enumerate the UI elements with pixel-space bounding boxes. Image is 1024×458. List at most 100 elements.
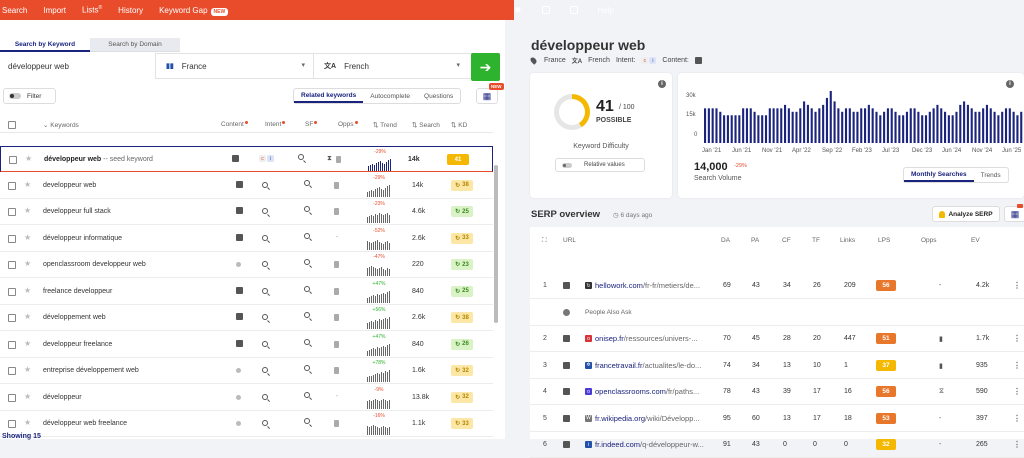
serp-url-link[interactable]: onisep.fr/ressources/univers-... bbox=[595, 334, 698, 343]
seed-keyword-row[interactable]: ★ développeur web -- seed keyword ci ⧗ -… bbox=[0, 146, 493, 172]
keyword-cell[interactable]: developpeur web bbox=[43, 182, 96, 189]
tab-search-by-keyword[interactable]: Search by Keyword bbox=[0, 38, 90, 52]
serp-result-row[interactable]: 1 ↻ hellowork.com/fr-fr/metiers/de... 69… bbox=[530, 273, 1024, 299]
analyze-serp-button[interactable]: Analyze SERP bbox=[932, 206, 1000, 222]
keyword-row[interactable]: ★ freelance developpeur +47% 840 ↻ 25 bbox=[0, 279, 493, 305]
serp-url-link[interactable]: openclassrooms.com/fr/paths... bbox=[595, 387, 699, 396]
row-checkbox[interactable] bbox=[8, 367, 16, 375]
keyword-cell[interactable]: développeur informatique bbox=[43, 235, 122, 242]
tab-autocomplete[interactable]: Autocomplete bbox=[363, 89, 417, 103]
star-icon[interactable]: ★ bbox=[24, 312, 31, 321]
book-icon[interactable] bbox=[569, 6, 578, 14]
tab-trends[interactable]: Trends bbox=[974, 168, 1008, 182]
serp-url-link[interactable]: hellowork.com/fr-fr/metiers/de... bbox=[595, 281, 700, 290]
keyword-row[interactable]: ★ developpeur web -29% 14k ↻ 38 bbox=[0, 173, 493, 199]
tab-search-by-domain[interactable]: Search by Domain bbox=[90, 38, 180, 52]
row-checkbox[interactable] bbox=[8, 234, 16, 243]
serp-url-link[interactable]: fr.wikipedia.org/wiki/Développ... bbox=[595, 414, 700, 423]
more-options-icon[interactable]: ⋮ bbox=[1013, 334, 1021, 343]
keyword-cell[interactable]: openclassroom developpeur web bbox=[43, 261, 146, 268]
more-options-icon[interactable]: ⋮ bbox=[1013, 281, 1021, 290]
country-select[interactable]: ▮▮ France ▾ bbox=[155, 53, 313, 79]
nav-import[interactable]: Import bbox=[43, 6, 66, 15]
star-icon[interactable]: ★ bbox=[24, 286, 31, 295]
serp-table-view-button[interactable]: ▦ bbox=[1004, 204, 1024, 222]
col-trend[interactable]: ⇅ Trend bbox=[373, 121, 397, 129]
row-checkbox[interactable] bbox=[8, 393, 16, 402]
star-icon[interactable]: ★ bbox=[24, 206, 31, 215]
card-icon[interactable] bbox=[541, 6, 550, 14]
tab-questions[interactable]: Questions bbox=[417, 89, 460, 103]
keyword-row[interactable]: ★ developpeur freelance +47% 840 ↻ 26 bbox=[0, 332, 493, 358]
row-checkbox[interactable] bbox=[8, 181, 16, 190]
select-all-checkbox[interactable] bbox=[8, 121, 16, 129]
row-checkbox[interactable] bbox=[8, 420, 16, 428]
col-content[interactable]: Content bbox=[221, 121, 248, 128]
star-icon[interactable]: ★ bbox=[24, 259, 31, 268]
star-icon[interactable]: ★ bbox=[24, 233, 31, 242]
col-sf[interactable]: SF bbox=[305, 121, 318, 128]
keyword-cell[interactable]: développeur web -- seed keyword bbox=[44, 156, 153, 163]
row-checkbox[interactable] bbox=[9, 156, 17, 164]
col-search[interactable]: ⇅ Search bbox=[412, 121, 440, 129]
nav-history[interactable]: History bbox=[118, 6, 143, 15]
search-submit-button[interactable]: ➔ bbox=[471, 53, 500, 81]
filter-toggle[interactable] bbox=[9, 93, 21, 99]
more-options-icon[interactable]: ⋮ bbox=[1013, 440, 1021, 449]
gear-icon[interactable]: ✹ bbox=[514, 5, 522, 16]
info-icon[interactable]: i bbox=[658, 80, 666, 88]
star-icon[interactable]: ★ bbox=[24, 365, 31, 374]
star-icon[interactable]: ★ bbox=[24, 339, 31, 348]
people-also-ask-row[interactable]: People Also Ask bbox=[530, 300, 1024, 326]
serp-url-link[interactable]: fr.indeed.com/q-développeur-w... bbox=[595, 440, 704, 449]
star-icon[interactable]: ★ bbox=[25, 154, 32, 163]
keyword-cell[interactable]: developpeur full stack bbox=[43, 208, 111, 215]
more-options-icon[interactable]: ⋮ bbox=[1013, 361, 1021, 370]
filter-button[interactable]: Filter bbox=[3, 88, 56, 104]
serp-result-row[interactable]: 2 o onisep.fr/ressources/univers-... 70 4… bbox=[530, 326, 1024, 352]
keyword-cell[interactable]: developpeur freelance bbox=[43, 341, 112, 348]
row-checkbox[interactable] bbox=[8, 340, 16, 349]
col-kd[interactable]: ⇅ KD bbox=[451, 121, 467, 129]
more-options-icon[interactable]: ⋮ bbox=[1013, 414, 1021, 423]
keyword-row[interactable]: ★ développeur informatique - -52% 2.6k ↻… bbox=[0, 226, 493, 252]
relative-values-toggle[interactable]: Relative values bbox=[555, 158, 645, 172]
language-select[interactable]: 文A French ▾ bbox=[313, 53, 468, 79]
nav-help[interactable]: Help bbox=[598, 6, 614, 15]
expand-icon[interactable]: ⛶ bbox=[542, 237, 547, 245]
keyword-row[interactable]: ★ développement web +56% 2.6k ↻ 38 bbox=[0, 305, 493, 331]
keyword-row[interactable]: ★ développeur web freelance -16% 1.1k ↻ 3… bbox=[0, 411, 493, 437]
keyword-input[interactable] bbox=[0, 53, 155, 79]
serp-url-link[interactable]: francetravail.fr/actualites/le-do... bbox=[595, 361, 701, 370]
keyword-row[interactable]: ★ entreprise développement web +78% 1.6k… bbox=[0, 358, 493, 384]
relative-toggle-switch[interactable] bbox=[562, 162, 572, 168]
nav-lists[interactable]: Lists® bbox=[82, 5, 102, 15]
col-intent[interactable]: Intent bbox=[265, 121, 286, 128]
serp-result-row[interactable]: 4 o openclassrooms.com/fr/paths... 78 43 3… bbox=[530, 379, 1024, 405]
tab-monthly-searches[interactable]: Monthly Searches bbox=[904, 168, 974, 182]
tab-related-keywords[interactable]: Related keywords bbox=[294, 89, 364, 103]
row-checkbox[interactable] bbox=[8, 208, 16, 216]
col-keywords[interactable]: ⌄ Keywords bbox=[43, 121, 79, 129]
col-opps[interactable]: Opps bbox=[338, 121, 358, 128]
serp-result-row[interactable]: 3 ✲ francetravail.fr/actualites/le-do...… bbox=[530, 353, 1024, 379]
keyword-cell[interactable]: développeur web freelance bbox=[43, 420, 127, 427]
serp-result-row[interactable]: 6 i fr.indeed.com/q-développeur-w... 91 4… bbox=[530, 432, 1024, 458]
keyword-cell[interactable]: développeur bbox=[43, 394, 82, 401]
star-icon[interactable]: ★ bbox=[24, 418, 31, 427]
star-icon[interactable]: ★ bbox=[24, 392, 31, 401]
table-scrollbar[interactable] bbox=[494, 165, 498, 323]
keyword-row[interactable]: ★ developpeur full stack -23% 4.6k ↻ 25 bbox=[0, 199, 493, 225]
keyword-cell[interactable]: développement web bbox=[43, 314, 106, 321]
nav-keyword-gap[interactable]: Keyword Gap NEW bbox=[159, 6, 229, 16]
keyword-row[interactable]: ★ développeur - -9% 13.8k ↻ 32 bbox=[0, 385, 493, 411]
info-icon[interactable]: i bbox=[1006, 80, 1014, 88]
row-checkbox[interactable] bbox=[8, 287, 16, 296]
keyword-cell[interactable]: freelance developpeur bbox=[43, 288, 112, 295]
row-checkbox[interactable] bbox=[8, 314, 16, 322]
nav-search[interactable]: Search bbox=[2, 6, 27, 15]
row-checkbox[interactable] bbox=[8, 261, 16, 269]
keyword-cell[interactable]: entreprise développement web bbox=[43, 367, 139, 374]
more-options-icon[interactable]: ⋮ bbox=[1013, 387, 1021, 396]
star-icon[interactable]: ★ bbox=[24, 180, 31, 189]
